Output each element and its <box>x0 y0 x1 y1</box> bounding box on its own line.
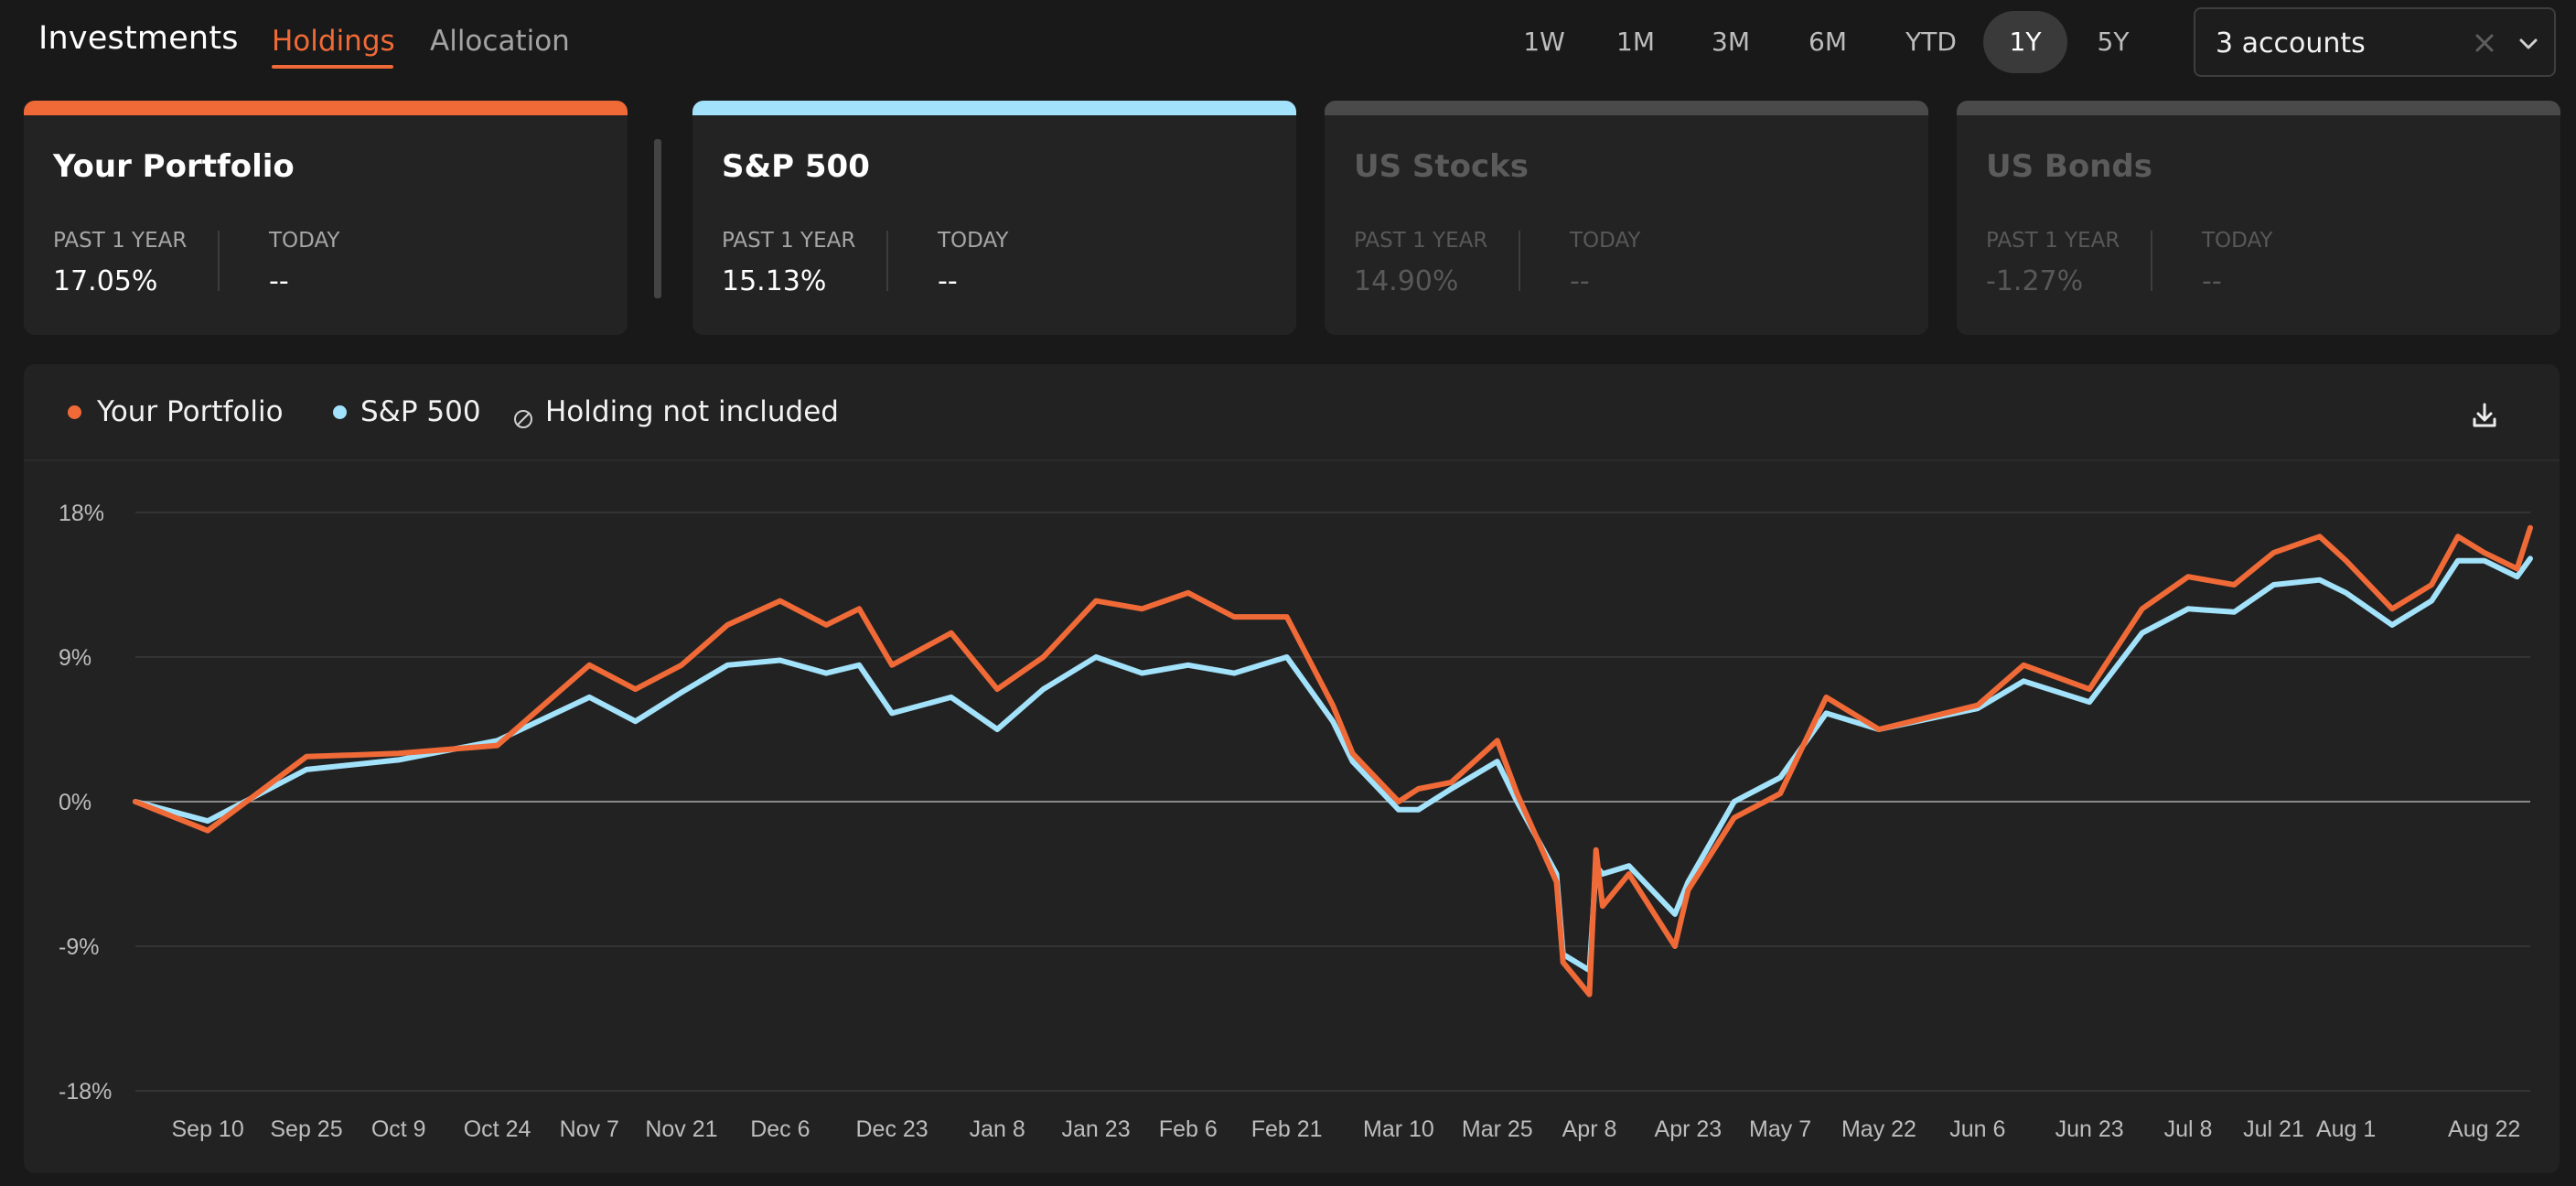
y-tick-label: 18% <box>59 501 104 526</box>
x-tick-label: Nov 7 <box>560 1116 619 1142</box>
card-title: US Bonds <box>1986 148 2152 185</box>
page-title: Investments <box>38 20 239 57</box>
range-6m-button[interactable]: 6M <box>1793 11 1862 73</box>
card-separator <box>2151 231 2152 291</box>
card-separator <box>218 231 220 291</box>
line-chart: 18% 9% 0% -9% -18% Sep 10 Sep 25 Oct 9 Oct 24 Nov… <box>59 501 2533 1142</box>
card-separator <box>886 231 888 291</box>
range-5y-button[interactable]: 5Y <box>2078 11 2148 73</box>
card-your-portfolio[interactable]: Your Portfolio PAST 1 YEAR 17.05% TODAY … <box>24 101 628 335</box>
top-bar: Investments Holdings Allocation 1W 1M 3M… <box>0 0 2576 84</box>
today-label: TODAY <box>938 229 1009 253</box>
past-year-label: PAST 1 YEAR <box>53 229 188 253</box>
past-year-value: 14.90% <box>1354 265 1459 297</box>
tab-allocation[interactable]: Allocation <box>430 25 570 58</box>
range-1m-button[interactable]: 1M <box>1601 11 1670 73</box>
range-ytd-button[interactable]: YTD <box>1892 11 1970 73</box>
x-tick-label: Jun 6 <box>1949 1116 2005 1142</box>
past-year-value: 17.05% <box>53 265 158 297</box>
today-value: -- <box>1570 265 1590 297</box>
past-year-label: PAST 1 YEAR <box>1354 229 1488 253</box>
x-tick-label: Jan 23 <box>1062 1116 1131 1142</box>
range-1y-button[interactable]: 1Y <box>1983 11 2067 73</box>
x-tick-label: Dec 6 <box>750 1116 810 1142</box>
x-tick-label: Jul 21 <box>2243 1116 2304 1142</box>
range-3m-button[interactable]: 3M <box>1694 11 1767 73</box>
card-color-bar <box>24 101 628 115</box>
x-tick-label: Feb 21 <box>1251 1116 1323 1142</box>
x-tick-label: May 7 <box>1749 1116 1811 1142</box>
card-color-bar <box>1325 101 1928 115</box>
x-tick-label: Jan 8 <box>970 1116 1025 1142</box>
close-icon[interactable] <box>2468 24 2501 60</box>
past-year-value: -1.27% <box>1986 265 2084 297</box>
card-us-bonds[interactable]: US Bonds PAST 1 YEAR -1.27% TODAY -- <box>1957 101 2560 335</box>
y-tick-label: -18% <box>59 1079 112 1105</box>
x-tick-label: Dec 23 <box>856 1116 928 1142</box>
x-tick-label: Feb 6 <box>1159 1116 1218 1142</box>
y-tick-label: -9% <box>59 934 99 960</box>
accounts-select-value: 3 accounts <box>2216 27 2366 59</box>
x-tick-label: Aug 1 <box>2316 1116 2376 1142</box>
x-tick-label: Apr 23 <box>1655 1116 1723 1142</box>
series-line-portfolio <box>133 524 2533 997</box>
card-title: US Stocks <box>1354 148 1530 185</box>
today-label: TODAY <box>1570 229 1641 253</box>
x-tick-label: Sep 10 <box>171 1116 243 1142</box>
series-line-sp500 <box>133 555 2533 974</box>
chart-panel: Your Portfolio S&P 500 Holding not inclu… <box>24 364 2560 1173</box>
y-tick-label: 0% <box>59 790 91 815</box>
tab-holdings[interactable]: Holdings <box>272 25 395 58</box>
x-tick-label: Jun 23 <box>2055 1116 2124 1142</box>
card-color-bar <box>1957 101 2560 115</box>
x-tick-label: Oct 9 <box>371 1116 426 1142</box>
x-tick-label: Sep 25 <box>270 1116 342 1142</box>
chevron-down-icon[interactable] <box>2512 26 2545 62</box>
x-tick-label: Nov 21 <box>645 1116 717 1142</box>
today-label: TODAY <box>2202 229 2273 253</box>
card-us-stocks[interactable]: US Stocks PAST 1 YEAR 14.90% TODAY -- <box>1325 101 1928 335</box>
x-tick-label: Oct 24 <box>464 1116 531 1142</box>
past-year-value: 15.13% <box>722 265 827 297</box>
range-1w-button[interactable]: 1W <box>1509 11 1579 73</box>
card-title: Your Portfolio <box>53 148 295 185</box>
past-year-label: PAST 1 YEAR <box>1986 229 2120 253</box>
x-tick-label: May 22 <box>1841 1116 1916 1142</box>
x-tick-label: Aug 22 <box>2448 1116 2520 1142</box>
past-year-label: PAST 1 YEAR <box>722 229 856 253</box>
tab-active-indicator <box>272 65 393 69</box>
x-tick-label: Apr 8 <box>1562 1116 1617 1142</box>
today-value: -- <box>269 265 289 297</box>
card-separator <box>1519 231 1520 291</box>
y-tick-label: 9% <box>59 645 91 671</box>
today-label: TODAY <box>269 229 340 253</box>
card-color-bar <box>692 101 1296 115</box>
x-tick-label: Jul 8 <box>2164 1116 2213 1142</box>
cards-divider <box>654 139 661 298</box>
today-value: -- <box>938 265 958 297</box>
card-title: S&P 500 <box>722 148 870 185</box>
x-tick-label: Mar 10 <box>1363 1116 1434 1142</box>
today-value: -- <box>2202 265 2222 297</box>
x-tick-label: Mar 25 <box>1462 1116 1533 1142</box>
card-sp500[interactable]: S&P 500 PAST 1 YEAR 15.13% TODAY -- <box>692 101 1296 335</box>
accounts-select[interactable]: 3 accounts <box>2194 7 2556 77</box>
